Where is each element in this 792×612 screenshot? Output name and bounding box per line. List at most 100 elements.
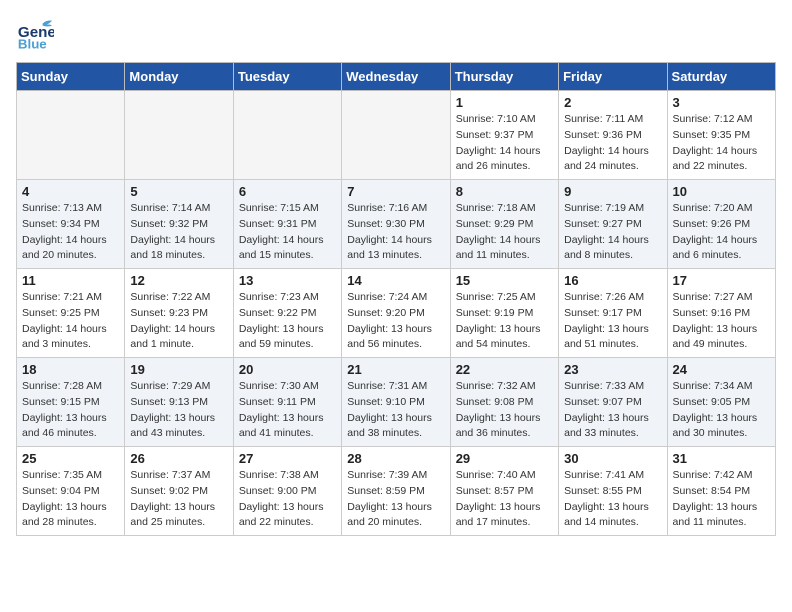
calendar-day-21: 21 Sunrise: 7:31 AM Sunset: 9:10 PM Dayli… [342,358,450,447]
weekday-header-tuesday: Tuesday [233,63,341,91]
day-detail: Sunrise: 7:42 AM Sunset: 8:54 PM Dayligh… [673,468,770,531]
day-number: 5 [130,184,227,199]
calendar-day-28: 28 Sunrise: 7:39 AM Sunset: 8:59 PM Dayli… [342,447,450,536]
calendar-week-row: 4Sunrise: 7:13 AM Sunset: 9:34 PM Daylig… [17,180,776,269]
day-number: 14 [347,273,444,288]
calendar-day-10: 10 Sunrise: 7:20 AM Sunset: 9:26 PM Dayli… [667,180,775,269]
day-detail: Sunrise: 7:10 AM Sunset: 9:37 PM Dayligh… [456,112,553,175]
calendar-day-22: 22 Sunrise: 7:32 AM Sunset: 9:08 PM Dayli… [450,358,558,447]
day-detail: Sunrise: 7:24 AM Sunset: 9:20 PM Dayligh… [347,290,444,353]
day-detail: Sunrise: 7:23 AM Sunset: 9:22 PM Dayligh… [239,290,336,353]
day-number: 26 [130,451,227,466]
day-detail: Sunrise: 7:29 AM Sunset: 9:13 PM Dayligh… [130,379,227,442]
calendar-day-20: 20 Sunrise: 7:30 AM Sunset: 9:11 PM Dayli… [233,358,341,447]
calendar-day-31: 31 Sunrise: 7:42 AM Sunset: 8:54 PM Dayli… [667,447,775,536]
day-number: 2 [564,95,661,110]
day-detail: Sunrise: 7:12 AM Sunset: 9:35 PM Dayligh… [673,112,770,175]
day-detail: Sunrise: 7:30 AM Sunset: 9:11 PM Dayligh… [239,379,336,442]
day-number: 25 [22,451,119,466]
calendar-day-15: 15 Sunrise: 7:25 AM Sunset: 9:19 PM Dayli… [450,269,558,358]
day-detail: Sunrise: 7:21 AM Sunset: 9:25 PM Dayligh… [22,290,119,353]
calendar-day-23: 23 Sunrise: 7:33 AM Sunset: 9:07 PM Dayli… [559,358,667,447]
day-detail: Sunrise: 7:14 AM Sunset: 9:32 PM Dayligh… [130,201,227,264]
calendar-day-5: 5 Sunrise: 7:14 AM Sunset: 9:32 PM Daylig… [125,180,233,269]
weekday-header-friday: Friday [559,63,667,91]
day-detail: Sunrise: 7:34 AM Sunset: 9:05 PM Dayligh… [673,379,770,442]
calendar-day-12: 12 Sunrise: 7:22 AM Sunset: 9:23 PM Dayli… [125,269,233,358]
day-detail: Sunrise: 7:31 AM Sunset: 9:10 PM Dayligh… [347,379,444,442]
weekday-header-monday: Monday [125,63,233,91]
day-number: 24 [673,362,770,377]
calendar-day-19: 19Sunrise: 7:29 AM Sunset: 9:13 PM Dayli… [125,358,233,447]
weekday-header-wednesday: Wednesday [342,63,450,91]
calendar-day-25: 25 Sunrise: 7:35 AM Sunset: 9:04 PM Dayli… [17,447,125,536]
day-detail: Sunrise: 7:18 AM Sunset: 9:29 PM Dayligh… [456,201,553,264]
logo: General Blue [16,16,58,54]
day-detail: Sunrise: 7:11 AM Sunset: 9:36 PM Dayligh… [564,112,661,175]
day-number: 10 [673,184,770,199]
day-number: 15 [456,273,553,288]
day-number: 21 [347,362,444,377]
day-detail: Sunrise: 7:19 AM Sunset: 9:27 PM Dayligh… [564,201,661,264]
day-number: 12 [130,273,227,288]
day-number: 16 [564,273,661,288]
calendar-day-7: 7 Sunrise: 7:16 AM Sunset: 9:30 PM Daylig… [342,180,450,269]
day-detail: Sunrise: 7:32 AM Sunset: 9:08 PM Dayligh… [456,379,553,442]
day-number: 11 [22,273,119,288]
day-number: 20 [239,362,336,377]
calendar-day-4: 4Sunrise: 7:13 AM Sunset: 9:34 PM Daylig… [17,180,125,269]
day-number: 6 [239,184,336,199]
calendar-day-1: 1 Sunrise: 7:10 AM Sunset: 9:37 PM Daylig… [450,91,558,180]
calendar-day-empty [17,91,125,180]
day-number: 4 [22,184,119,199]
day-number: 31 [673,451,770,466]
calendar-day-6: 6 Sunrise: 7:15 AM Sunset: 9:31 PM Daylig… [233,180,341,269]
calendar-week-row: 11 Sunrise: 7:21 AM Sunset: 9:25 PM Dayli… [17,269,776,358]
day-detail: Sunrise: 7:40 AM Sunset: 8:57 PM Dayligh… [456,468,553,531]
header: General Blue [16,16,776,54]
day-detail: Sunrise: 7:41 AM Sunset: 8:55 PM Dayligh… [564,468,661,531]
day-number: 22 [456,362,553,377]
calendar-day-30: 30 Sunrise: 7:41 AM Sunset: 8:55 PM Dayli… [559,447,667,536]
day-number: 8 [456,184,553,199]
calendar-day-18: 18Sunrise: 7:28 AM Sunset: 9:15 PM Dayli… [17,358,125,447]
day-detail: Sunrise: 7:38 AM Sunset: 9:00 PM Dayligh… [239,468,336,531]
weekday-header-saturday: Saturday [667,63,775,91]
calendar-week-row: 1 Sunrise: 7:10 AM Sunset: 9:37 PM Daylig… [17,91,776,180]
day-detail: Sunrise: 7:16 AM Sunset: 9:30 PM Dayligh… [347,201,444,264]
day-detail: Sunrise: 7:33 AM Sunset: 9:07 PM Dayligh… [564,379,661,442]
calendar-day-29: 29 Sunrise: 7:40 AM Sunset: 8:57 PM Dayli… [450,447,558,536]
day-detail: Sunrise: 7:28 AM Sunset: 9:15 PM Dayligh… [22,379,119,442]
day-detail: Sunrise: 7:15 AM Sunset: 9:31 PM Dayligh… [239,201,336,264]
day-detail: Sunrise: 7:25 AM Sunset: 9:19 PM Dayligh… [456,290,553,353]
day-detail: Sunrise: 7:37 AM Sunset: 9:02 PM Dayligh… [130,468,227,531]
day-detail: Sunrise: 7:27 AM Sunset: 9:16 PM Dayligh… [673,290,770,353]
calendar-day-8: 8 Sunrise: 7:18 AM Sunset: 9:29 PM Daylig… [450,180,558,269]
calendar-day-13: 13 Sunrise: 7:23 AM Sunset: 9:22 PM Dayli… [233,269,341,358]
calendar-day-empty [125,91,233,180]
calendar-week-row: 18Sunrise: 7:28 AM Sunset: 9:15 PM Dayli… [17,358,776,447]
day-detail: Sunrise: 7:22 AM Sunset: 9:23 PM Dayligh… [130,290,227,353]
calendar-day-16: 16 Sunrise: 7:26 AM Sunset: 9:17 PM Dayli… [559,269,667,358]
day-number: 7 [347,184,444,199]
day-number: 3 [673,95,770,110]
day-number: 1 [456,95,553,110]
calendar-day-2: 2 Sunrise: 7:11 AM Sunset: 9:36 PM Daylig… [559,91,667,180]
day-detail: Sunrise: 7:39 AM Sunset: 8:59 PM Dayligh… [347,468,444,531]
day-detail: Sunrise: 7:35 AM Sunset: 9:04 PM Dayligh… [22,468,119,531]
day-number: 23 [564,362,661,377]
calendar-day-27: 27 Sunrise: 7:38 AM Sunset: 9:00 PM Dayli… [233,447,341,536]
calendar-day-26: 26 Sunrise: 7:37 AM Sunset: 9:02 PM Dayli… [125,447,233,536]
day-detail: Sunrise: 7:26 AM Sunset: 9:17 PM Dayligh… [564,290,661,353]
day-number: 29 [456,451,553,466]
calendar-day-24: 24 Sunrise: 7:34 AM Sunset: 9:05 PM Dayli… [667,358,775,447]
day-number: 27 [239,451,336,466]
day-detail: Sunrise: 7:20 AM Sunset: 9:26 PM Dayligh… [673,201,770,264]
svg-text:Blue: Blue [18,36,47,51]
day-number: 30 [564,451,661,466]
day-number: 28 [347,451,444,466]
weekday-header-sunday: Sunday [17,63,125,91]
calendar-day-empty [342,91,450,180]
day-number: 13 [239,273,336,288]
logo-svg: General Blue [16,16,54,54]
